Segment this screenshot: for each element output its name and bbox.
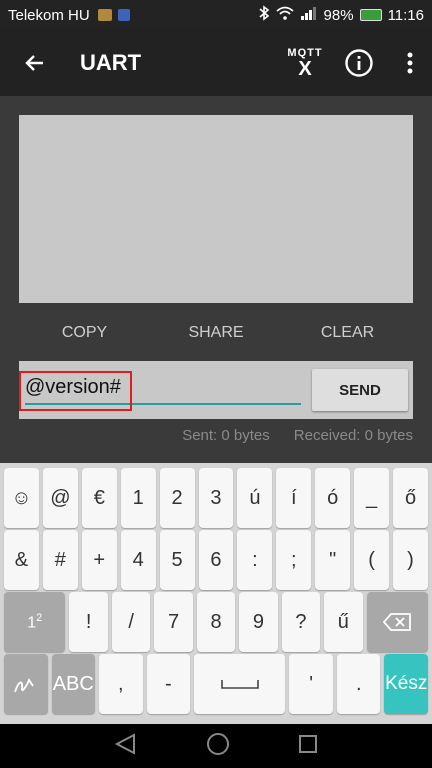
- key-paren-open[interactable]: (: [354, 530, 390, 590]
- key-emoji[interactable]: ☺: [4, 468, 39, 528]
- received-counter: Received: 0 bytes: [293, 427, 413, 444]
- key-o-acute[interactable]: ó: [315, 468, 351, 528]
- send-button[interactable]: SEND: [312, 369, 408, 411]
- space-icon: [220, 680, 259, 689]
- mqtt-icon-x: X: [298, 57, 312, 80]
- on-screen-keyboard: ☺ @ € 1 2 3 ú í ó _ ő & # + 4 5 6 : ; " …: [0, 463, 432, 724]
- key-o-double-acute[interactable]: ő: [393, 468, 428, 528]
- key-i-acute[interactable]: í: [276, 468, 312, 528]
- mqtt-button[interactable]: MQTT X: [280, 38, 330, 88]
- abc-key[interactable]: ABC: [51, 654, 96, 714]
- backspace-key[interactable]: [366, 592, 429, 652]
- key-u-acute[interactable]: ú: [237, 468, 273, 528]
- key-5[interactable]: 5: [159, 530, 195, 590]
- nav-back-button[interactable]: [114, 732, 138, 760]
- page-total: 2: [36, 611, 43, 624]
- key-question[interactable]: ?: [281, 592, 321, 652]
- send-input-bar: @version# SEND: [19, 361, 413, 419]
- app-bar: UART MQTT X: [0, 30, 432, 96]
- page-current: 1: [27, 614, 37, 632]
- copy-button[interactable]: COPY: [19, 316, 150, 350]
- handwriting-key[interactable]: [4, 654, 48, 714]
- byte-counters: Sent: 0 bytes Received: 0 bytes: [19, 427, 413, 447]
- key-u-double-acute[interactable]: ű: [324, 592, 363, 652]
- key-colon[interactable]: :: [237, 530, 273, 590]
- key-2[interactable]: 2: [159, 468, 195, 528]
- key-ampersand[interactable]: &: [4, 530, 39, 590]
- navigation-bar: [0, 724, 432, 768]
- key-comma[interactable]: ,: [99, 654, 143, 714]
- clock: 11:16: [387, 6, 424, 24]
- key-hash[interactable]: #: [42, 530, 78, 590]
- key-6[interactable]: 6: [198, 530, 234, 590]
- square-recents-icon: [299, 734, 317, 753]
- more-vert-icon: [407, 52, 413, 74]
- key-at[interactable]: @: [42, 468, 78, 528]
- signal-icon: [300, 6, 318, 24]
- key-9[interactable]: 9: [239, 592, 278, 652]
- key-7[interactable]: 7: [154, 592, 193, 652]
- console-actions: COPY SHARE CLEAR: [19, 316, 413, 350]
- keyboard-row-2: & # + 4 5 6 : ; " ( ): [1, 530, 431, 590]
- mqtt-icon-label: MQTT: [287, 46, 323, 59]
- sent-counter: Sent: 0 bytes: [182, 427, 270, 444]
- space-key[interactable]: [194, 654, 286, 714]
- battery-percent: 98%: [323, 6, 354, 24]
- key-apostrophe[interactable]: ': [289, 654, 333, 714]
- uart-content: COPY SHARE CLEAR @version# SEND Sent: 0 …: [0, 96, 432, 463]
- wifi-icon: [275, 6, 294, 24]
- circle-home-icon: [207, 732, 229, 755]
- key-exclamation[interactable]: !: [69, 592, 108, 652]
- share-button[interactable]: SHARE: [151, 316, 282, 350]
- overflow-menu-button[interactable]: [388, 30, 432, 96]
- triangle-back-icon: [114, 732, 135, 755]
- handwriting-icon: [13, 677, 34, 693]
- carrier-name: Telekom HU: [8, 6, 90, 24]
- key-paren-close[interactable]: ): [393, 530, 428, 590]
- battery-icon: [359, 9, 382, 21]
- key-dash[interactable]: -: [146, 654, 191, 714]
- key-page-switch[interactable]: 12: [4, 592, 66, 652]
- key-plus[interactable]: +: [81, 530, 117, 590]
- key-slash[interactable]: /: [111, 592, 151, 652]
- keyboard-row-3: 12 ! / 7 8 9 ? ű: [1, 592, 431, 652]
- keyboard-row-1: ☺ @ € 1 2 3 ú í ó _ ő: [1, 468, 431, 528]
- info-button[interactable]: [330, 30, 388, 96]
- info-icon: [345, 49, 373, 77]
- bluetooth-icon: [258, 5, 270, 25]
- key-euro[interactable]: €: [81, 468, 117, 528]
- key-3[interactable]: 3: [198, 468, 234, 528]
- page-title: UART: [80, 50, 142, 75]
- key-underscore[interactable]: _: [354, 468, 390, 528]
- key-1[interactable]: 1: [120, 468, 156, 528]
- uart-console-output[interactable]: [19, 115, 413, 303]
- key-quote[interactable]: ": [315, 530, 351, 590]
- input-highlight-box: [19, 371, 132, 411]
- back-button[interactable]: [0, 30, 70, 96]
- usb-icon: [117, 9, 130, 21]
- arrow-back-icon: [25, 55, 43, 71]
- nav-recents-button[interactable]: [298, 734, 318, 759]
- key-8[interactable]: 8: [196, 592, 236, 652]
- key-semicolon[interactable]: ;: [276, 530, 312, 590]
- keyboard-row-4: ABC , - ' . Kész: [1, 654, 431, 714]
- done-key[interactable]: Kész: [384, 654, 428, 714]
- backspace-icon: [383, 613, 412, 631]
- notification-icon: [97, 9, 112, 21]
- key-period[interactable]: .: [336, 654, 381, 714]
- clear-button[interactable]: CLEAR: [282, 316, 413, 350]
- key-4[interactable]: 4: [120, 530, 156, 590]
- status-bar: Telekom HU 98% 11:16: [0, 0, 432, 30]
- nav-home-button[interactable]: [206, 732, 230, 761]
